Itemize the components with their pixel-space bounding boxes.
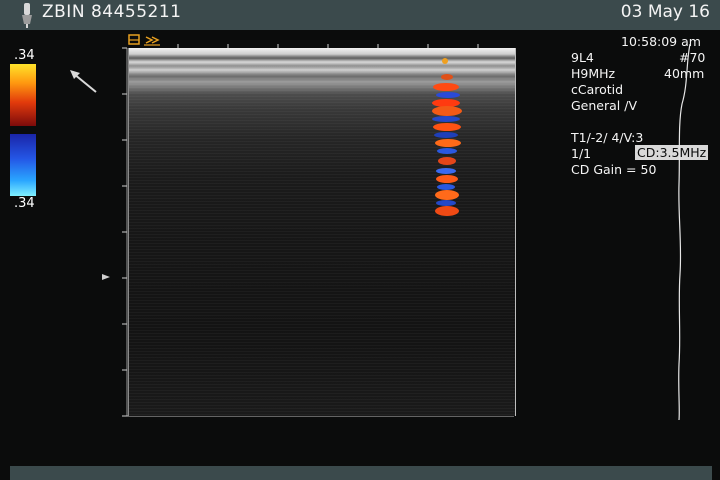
color-doppler-flow xyxy=(432,58,462,216)
color-bar-negative xyxy=(10,134,36,196)
exam-preset: cCarotid xyxy=(571,82,624,97)
imaging-frequency: H9MHz xyxy=(571,66,616,81)
display-ratio: 1/1 xyxy=(571,146,592,161)
depth-marker-icon xyxy=(102,274,110,280)
velocity-scale-bottom: .34 xyxy=(14,196,35,211)
color-doppler-gain: CD Gain = 50 xyxy=(571,162,657,177)
probe-model: 9L4 xyxy=(571,50,594,65)
color-bar-positive xyxy=(10,64,36,126)
patient-id: ZBIN 84455211 xyxy=(42,2,182,22)
probe-icon xyxy=(22,3,32,28)
color-velocity-bar xyxy=(10,64,36,196)
color-bar-baseline xyxy=(10,126,36,134)
pointer-arrow-icon xyxy=(70,70,97,93)
exam-date: 03 May 16 xyxy=(620,2,710,22)
velocity-scale-top: .34 xyxy=(14,48,35,63)
footer-bar xyxy=(10,466,712,480)
header-bar: ZBIN 84455211 03 May 16 xyxy=(0,0,720,30)
ecg-trace xyxy=(678,44,691,420)
processing-settings: T1/-2/ 4/V:3 xyxy=(571,130,644,145)
exam-application: General /V xyxy=(571,98,637,113)
